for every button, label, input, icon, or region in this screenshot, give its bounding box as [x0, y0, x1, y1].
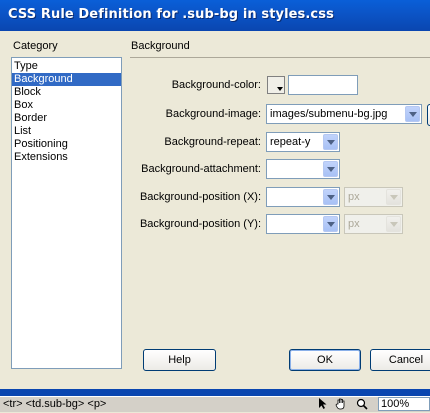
bg-pos-x-select[interactable] [266, 187, 340, 207]
chevron-down-icon[interactable] [386, 216, 401, 232]
chevron-down-icon[interactable] [323, 134, 338, 150]
header-divider [130, 57, 430, 58]
help-button[interactable]: Help [143, 349, 216, 371]
bg-image-value: images/submenu-bg.jpg [270, 108, 388, 120]
panel-header: Background [131, 40, 190, 52]
title-bar[interactable]: CSS Rule Definition for .sub-bg in style… [0, 0, 430, 31]
cancel-button[interactable]: Cancel [370, 349, 430, 371]
ok-button[interactable]: OK [289, 349, 361, 371]
bg-repeat-value: repeat-y [270, 136, 311, 148]
category-item-background[interactable]: Background [12, 73, 121, 86]
category-item-positioning[interactable]: Positioning [12, 138, 121, 151]
chevron-down-icon[interactable] [386, 189, 401, 205]
bg-color-input[interactable] [288, 75, 358, 95]
category-item-block[interactable]: Block [12, 86, 121, 99]
chevron-down-icon[interactable] [323, 216, 338, 232]
chevron-down-icon[interactable] [323, 189, 338, 205]
bg-color-label: Background-color: [171, 79, 261, 91]
bg-pos-y-label: Background-position (Y): [139, 218, 261, 230]
chevron-down-icon[interactable] [405, 106, 420, 122]
bg-pos-x-unit: px [348, 191, 360, 203]
bg-pos-y-unit-select[interactable]: px [344, 214, 403, 234]
zoom-value: 100% [381, 398, 410, 410]
category-header: Category [13, 40, 58, 52]
bg-attachment-select[interactable] [266, 159, 340, 179]
bg-pos-y-select[interactable] [266, 214, 340, 234]
color-picker-button[interactable] [267, 76, 285, 94]
bg-image-combobox[interactable]: images/submenu-bg.jpg [266, 104, 422, 124]
pointer-icon[interactable] [316, 398, 330, 410]
zoom-select[interactable]: 100% [378, 397, 430, 411]
category-item-extensions[interactable]: Extensions [12, 151, 121, 164]
bg-image-label: Background-image: [165, 108, 261, 120]
window-frame-edge [0, 389, 430, 396]
category-item-border[interactable]: Border [12, 112, 121, 125]
bg-repeat-label: Background-repeat: [164, 136, 261, 148]
chevron-down-icon[interactable] [323, 161, 338, 177]
bg-pos-x-label: Background-position (X): [139, 191, 261, 203]
bg-pos-x-unit-select[interactable]: px [344, 187, 403, 207]
category-item-box[interactable]: Box [12, 99, 121, 112]
bg-repeat-select[interactable]: repeat-y [266, 132, 340, 152]
category-item-type[interactable]: Type [12, 60, 121, 73]
tag-selector[interactable]: <tr> <td.sub-bg> <p> [3, 398, 106, 410]
zoom-icon[interactable] [355, 398, 369, 410]
category-item-list[interactable]: List [12, 125, 121, 138]
hand-icon[interactable] [334, 398, 348, 410]
bg-pos-y-unit: px [348, 218, 360, 230]
bg-attachment-label: Background-attachment: [141, 163, 261, 175]
window-title: CSS Rule Definition for .sub-bg in style… [8, 7, 334, 22]
category-list[interactable]: Type Background Block Box Border List Po… [11, 57, 122, 369]
